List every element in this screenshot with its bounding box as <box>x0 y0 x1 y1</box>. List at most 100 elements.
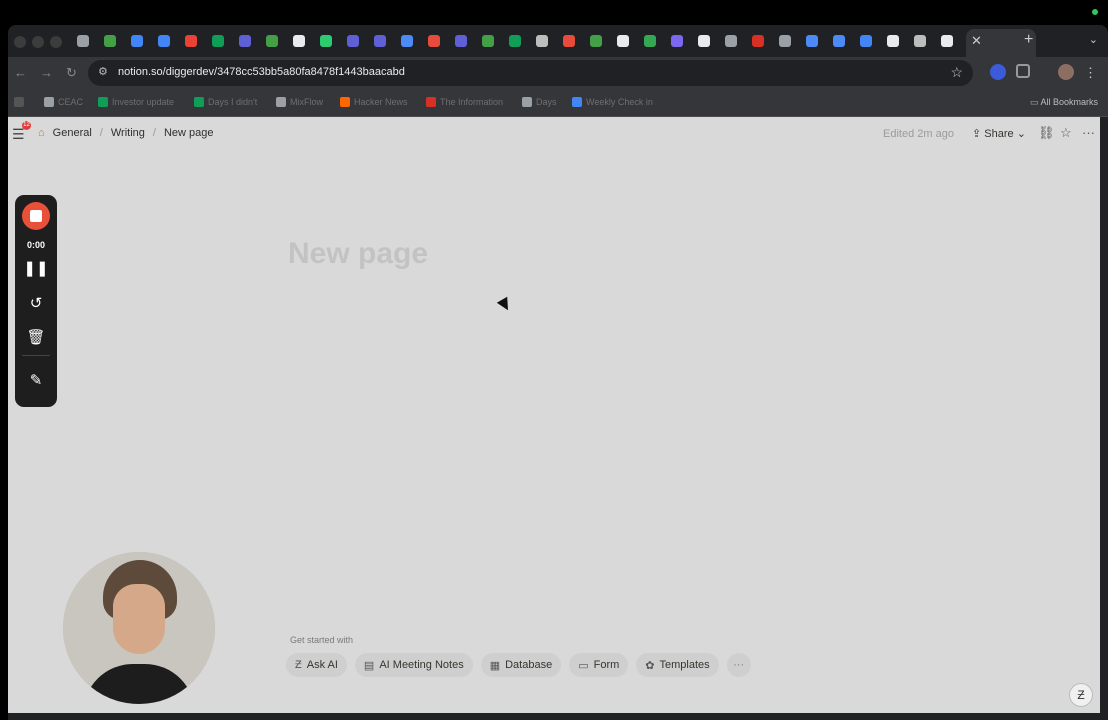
more-options-icon[interactable]: ··· <box>726 653 751 677</box>
app-tab-icon[interactable] <box>339 33 366 49</box>
close-tab-icon[interactable]: ✕ <box>971 33 982 49</box>
translate-tab-icon[interactable] <box>825 33 852 49</box>
get-started-label: Get started with <box>290 635 354 645</box>
bookmark-item[interactable]: Investor update <box>98 97 174 107</box>
notion-tab-icon[interactable] <box>717 33 744 49</box>
sparkle-tab-icon[interactable] <box>420 33 447 49</box>
breadcrumb-general[interactable]: General <box>53 127 92 139</box>
chatgpt-tab-icon[interactable] <box>906 33 933 49</box>
notion-tab-icon[interactable] <box>771 33 798 49</box>
app-tab-icon[interactable] <box>366 33 393 49</box>
restart-icon[interactable]: ↺ <box>15 294 57 312</box>
meet-tab-icon[interactable] <box>123 33 150 49</box>
mouse-cursor-icon <box>496 296 514 314</box>
bookmark-star-icon[interactable]: ☆ <box>950 64 963 81</box>
app-tab-icon[interactable] <box>231 33 258 49</box>
tab-icons <box>69 33 960 49</box>
system-menu-bar <box>0 0 1108 25</box>
ppm-tab-icon[interactable] <box>96 33 123 49</box>
bookmark-favicon-icon <box>340 97 350 107</box>
ppm-tab-icon[interactable] <box>474 33 501 49</box>
chip-ai-meeting-notes[interactable]: ▤ AI Meeting Notes <box>354 653 473 677</box>
browser-window: ✕ + ⌄ ← → ↻ ⚙ notion.so/diggerdev/3478cc… <box>8 25 1108 720</box>
bookmark-item[interactable]: Days <box>522 97 557 107</box>
chatgpt-tab-icon[interactable] <box>528 33 555 49</box>
ppm-tab-icon[interactable] <box>258 33 285 49</box>
ppm-tab-icon[interactable] <box>582 33 609 49</box>
chip-templates[interactable]: ✿ Templates <box>636 653 719 677</box>
site-settings-icon[interactable]: ⚙ <box>98 65 108 78</box>
github-tab-icon[interactable] <box>609 33 636 49</box>
draw-pen-icon[interactable]: ✎ <box>15 371 57 389</box>
page-more-icon[interactable]: ··· <box>1082 125 1095 140</box>
translate-tab-icon[interactable] <box>393 33 420 49</box>
red-tab-icon[interactable] <box>744 33 771 49</box>
notification-badge: 12 <box>22 121 31 130</box>
pause-icon[interactable]: ❚❚ <box>15 259 57 277</box>
bookmark-item[interactable]: Hacker News <box>340 97 408 107</box>
url-text[interactable]: notion.so/diggerdev/3478cc53bb5a80fa8478… <box>118 66 405 78</box>
reload-icon[interactable]: ↻ <box>66 65 77 81</box>
sparkle-tab-icon[interactable] <box>555 33 582 49</box>
green-tab-icon[interactable] <box>636 33 663 49</box>
tab-o-icon[interactable] <box>879 33 906 49</box>
notion-ai-icon[interactable]: Ƶ <box>1069 683 1093 707</box>
x-tab-icon[interactable] <box>933 33 960 49</box>
share-icon: ⇪ <box>972 128 985 140</box>
tab-search-icon[interactable]: ⌄ <box>1089 33 1098 46</box>
stop-recording-button[interactable] <box>22 202 50 230</box>
linear-tab-icon[interactable] <box>663 33 690 49</box>
sheets-tab-icon[interactable] <box>204 33 231 49</box>
sheets-tab-icon[interactable] <box>501 33 528 49</box>
new-tab-icon[interactable]: + <box>1024 31 1033 49</box>
bookmark-item[interactable]: Days I didn't <box>194 97 257 107</box>
breadcrumb-new-page[interactable]: New page <box>164 127 214 139</box>
profile-avatar[interactable] <box>1058 64 1074 80</box>
copy-link-icon[interactable]: ⛓ <box>1038 125 1055 141</box>
app-tab-icon[interactable] <box>447 33 474 49</box>
favorite-star-icon[interactable]: ☆ <box>1060 125 1072 141</box>
meet-tab-icon[interactable] <box>150 33 177 49</box>
tab-strip: ✕ + ⌄ <box>8 25 1108 57</box>
screen-recorder-panel: 0:00 ❚❚ ↺ 🗑 ✎ <box>15 195 57 407</box>
minimize-window-icon[interactable] <box>32 36 44 48</box>
back-icon[interactable]: ← <box>14 65 27 80</box>
bookmark-item[interactable]: CEAC <box>44 97 83 107</box>
bookmark-item[interactable]: Weekly Check in <box>572 97 653 107</box>
bookmark-favicon-icon <box>426 97 436 107</box>
more-menu-icon[interactable]: ⋮ <box>1084 65 1097 81</box>
notion-page: ☰ 12 ⌂ General / Writing / New page Edit… <box>8 117 1100 713</box>
bookmark-item[interactable]: MixFlow <box>276 97 323 107</box>
gmail-tab-icon[interactable] <box>177 33 204 49</box>
docs-tab-icon[interactable] <box>852 33 879 49</box>
webcam-bubble[interactable] <box>63 552 215 704</box>
page-title-input[interactable]: New page <box>288 237 428 271</box>
forward-icon[interactable]: → <box>40 65 53 80</box>
chevron-down-icon: ⌄ <box>1013 128 1026 140</box>
all-bookmarks[interactable]: ▭ All Bookmarks <box>1030 97 1098 108</box>
delete-icon[interactable]: 🗑 <box>15 328 57 346</box>
bookmark-item[interactable]: The Information <box>426 97 503 107</box>
chip-ask-ai[interactable]: Ƶ Ask AI <box>286 653 347 677</box>
get-started-chips: Ƶ Ask AI ▤ AI Meeting Notes ▦ Database ▭ Form ✿ T… <box>286 653 751 677</box>
extension-icon[interactable] <box>990 64 1006 80</box>
apps-grid-icon[interactable] <box>14 97 24 107</box>
breadcrumb-separator: / <box>152 127 156 139</box>
zoom-window-icon[interactable] <box>50 36 62 48</box>
share-button[interactable]: ⇪ Share ⌄ <box>968 125 1030 142</box>
chip-form[interactable]: ▭ Form <box>569 653 629 677</box>
translate-tab-icon[interactable] <box>798 33 825 49</box>
github-tab-icon[interactable] <box>690 33 717 49</box>
chip-database[interactable]: ▦ Database <box>480 653 562 677</box>
notion-tab-icon[interactable] <box>69 33 96 49</box>
leaf-tab-icon[interactable] <box>312 33 339 49</box>
address-bar[interactable]: ⚙ notion.so/diggerdev/3478cc53bb5a80fa84… <box>88 60 973 86</box>
github-tab-icon[interactable] <box>285 33 312 49</box>
bookmark-favicon-icon <box>572 97 582 107</box>
breadcrumb-writing[interactable]: Writing <box>111 127 145 139</box>
breadcrumb-separator: / <box>99 127 103 139</box>
close-window-icon[interactable] <box>14 36 26 48</box>
extensions-puzzle-icon[interactable] <box>1016 64 1030 78</box>
camera-indicator-icon <box>1092 9 1098 15</box>
templates-icon: ✿ <box>645 659 655 672</box>
